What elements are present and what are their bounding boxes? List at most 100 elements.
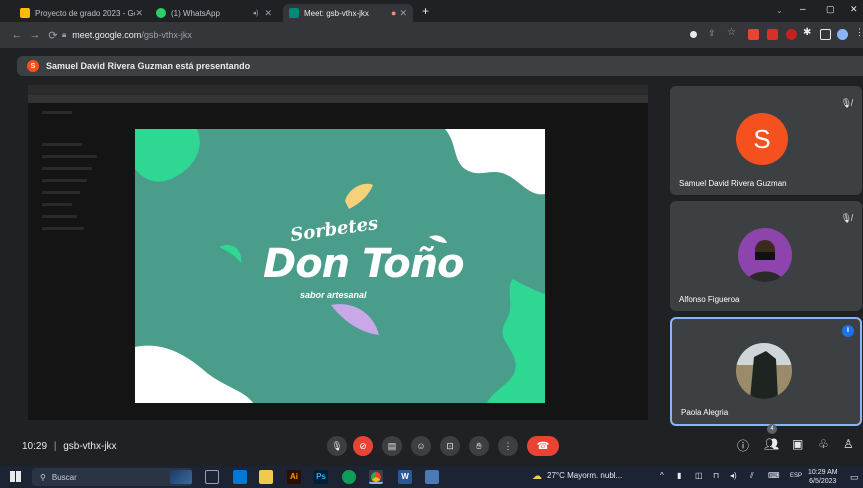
photos-icon[interactable] — [425, 470, 439, 484]
reload-icon[interactable]: ⟳ — [44, 29, 62, 42]
participant-name: Alfonso Figueroa — [679, 295, 740, 304]
tab-search-icon[interactable]: ⌄ — [776, 6, 783, 15]
new-tab-button[interactable]: + — [422, 4, 429, 18]
url-host: meet.google.com — [72, 30, 142, 40]
volume-icon[interactable]: ◂) — [730, 471, 737, 480]
url-bar[interactable]: 🔒︎ meet.google.com/gsb-vthx-jkx — [62, 25, 682, 45]
file-explorer-icon[interactable] — [259, 470, 273, 484]
meeting-time: 10:29 — [22, 441, 48, 452]
tray-app-3-icon[interactable]: ⊓ — [713, 471, 719, 480]
shared-browser-address — [28, 95, 648, 103]
taskbar-clock[interactable]: 10:29 AM 6/5/2023 — [808, 468, 838, 486]
meeting-code: gsb-vthx-jkx — [63, 441, 117, 452]
weather-text[interactable]: 27°C Mayorm. nubl... — [547, 471, 622, 480]
speaking-indicator-icon: ⦀ — [842, 325, 854, 337]
word-icon[interactable]: W — [398, 470, 412, 484]
windows-start-icon[interactable] — [10, 471, 21, 482]
tab-label: (1) WhatsApp — [171, 8, 220, 18]
profile-avatar[interactable] — [837, 29, 848, 40]
chat-button[interactable]: ▣ — [792, 437, 803, 451]
emoji-icon: ☺ — [416, 441, 426, 451]
clock-date: 6/5/2023 — [809, 478, 837, 485]
edge-icon[interactable] — [342, 470, 356, 484]
participant-name: Samuel David Rivera Guzman — [679, 179, 787, 188]
meeting-info: 10:29 | gsb-vthx-jkx — [22, 441, 117, 452]
extension-3-icon[interactable] — [786, 29, 797, 40]
mic-button[interactable]: 🎙︎ — [327, 436, 347, 456]
emoji-button[interactable]: ☺ — [411, 436, 431, 456]
tray-app-2-icon[interactable]: ◫ — [695, 471, 703, 480]
close-tab-icon[interactable]: ✕ — [264, 8, 272, 19]
presenting-banner: S Samuel David Rivera Guzman está presen… — [17, 56, 863, 76]
illustrator-icon[interactable]: Ai — [287, 470, 301, 484]
participant-tile-samuel[interactable]: 🎙︎̸ S Samuel David Rivera Guzman — [670, 86, 862, 195]
taskbar-search[interactable]: ⚲ Buscar — [32, 468, 192, 486]
task-view-icon[interactable] — [205, 470, 219, 484]
close-window-button[interactable]: ✕ — [850, 4, 858, 15]
participant-tile-paola[interactable]: ⦀ Paola Alegria — [670, 317, 862, 426]
lock-icon: 🔒︎ — [62, 30, 67, 39]
weather-icon: ☁︎ — [532, 471, 542, 482]
people-button[interactable]: 👥︎ 4 — [764, 424, 780, 451]
close-tab-icon[interactable]: ✕ — [399, 8, 407, 19]
end-call-button[interactable]: ☎︎ — [527, 436, 559, 456]
participant-tile-alfonso[interactable]: 🎙︎̸ Alfonso Figueroa — [670, 201, 862, 311]
more-options-button[interactable]: ⋮ — [498, 436, 518, 456]
mic-icon: 🎙︎ — [331, 440, 343, 451]
minimize-button[interactable]: – — [800, 4, 806, 15]
windows-taskbar: ⚲ Buscar Ai Ps W ☁︎ 27°C Mayorm. nubl...… — [0, 466, 863, 488]
extension-2-icon[interactable] — [767, 29, 778, 40]
input-language[interactable]: ESP — [790, 473, 802, 479]
photoshop-icon[interactable]: Ps — [314, 470, 328, 484]
people-icon: 👥︎ — [764, 437, 780, 451]
search-placeholder: Buscar — [51, 472, 77, 482]
raise-hand-button[interactable]: ✋︎ — [469, 436, 489, 456]
store-icon[interactable] — [233, 470, 247, 484]
captions-button[interactable]: ▤ — [382, 436, 402, 456]
camera-in-use-icon[interactable] — [690, 31, 697, 38]
meeting-details-button[interactable]: ⓘ — [737, 437, 749, 454]
tab-whatsapp[interactable]: (1) WhatsApp ◂) ✕ — [150, 4, 278, 22]
google-meet-icon — [289, 8, 299, 18]
tab-meet[interactable]: Meet: gsb-vthx-jkx ● ✕ — [283, 4, 413, 22]
back-arrow-icon[interactable]: ← — [8, 29, 26, 41]
present-button[interactable]: ⊡ — [440, 436, 460, 456]
shared-browser-tabs — [28, 85, 648, 95]
tray-chevron-icon[interactable]: ^ — [660, 471, 664, 480]
tab-label: Meet: gsb-vthx-jkx — [304, 8, 369, 18]
forward-arrow-icon[interactable]: → — [26, 29, 44, 41]
slide-brand-don-tono: Don Toño — [263, 241, 465, 287]
search-highlight-icon[interactable] — [170, 470, 192, 484]
chrome-icon[interactable] — [369, 470, 383, 484]
close-tab-icon[interactable]: ✕ — [135, 8, 143, 19]
recording-dot-icon: ● — [391, 8, 397, 18]
presentation-slide: Sorbetes Don Toño sabor artesanal — [135, 129, 545, 403]
share-icon[interactable]: ⇪ — [708, 28, 716, 39]
address-bar-row: ← → ⟳ 🔒︎ meet.google.com/gsb-vthx-jkx ⇪ … — [0, 22, 863, 48]
present-icon: ⊡ — [446, 440, 454, 451]
search-icon: ⚲ — [40, 472, 46, 482]
browser-tab-bar: Proyecto de grado 2023 - Googl ✕ (1) Wha… — [0, 0, 863, 22]
side-panel-icon[interactable] — [820, 29, 831, 40]
mic-off-icon: 🎙︎̸ — [840, 98, 852, 108]
host-controls-button[interactable]: ♙ — [843, 437, 854, 451]
phone-hangup-icon: ☎︎ — [536, 440, 550, 452]
meet-controls-bar: 10:29 | gsb-vthx-jkx 🎙︎ ⊘ ▤ ☺ ⊡ ✋︎ ⋮ ☎︎ … — [0, 424, 863, 466]
slide-tagline: sabor artesanal — [300, 290, 367, 300]
extensions-puzzle-icon[interactable]: ✱ — [803, 27, 811, 38]
tray-app-1-icon[interactable]: ▮ — [677, 471, 681, 480]
participant-avatar: S — [736, 113, 788, 165]
notifications-icon[interactable]: ▭ — [850, 472, 859, 483]
tab-proyecto-de-grado[interactable]: Proyecto de grado 2023 - Googl ✕ — [14, 4, 149, 22]
camera-off-button[interactable]: ⊘ — [353, 436, 373, 456]
bookmark-star-icon[interactable]: ☆ — [727, 27, 736, 38]
more-vert-icon: ⋮ — [503, 440, 513, 451]
extension-1-icon[interactable] — [748, 29, 759, 40]
audio-icon[interactable]: ◂) — [253, 9, 259, 17]
maximize-button[interactable]: ▢ — [826, 4, 835, 15]
keyboard-icon[interactable]: ⌨ — [768, 471, 780, 480]
activities-button[interactable]: ♧ — [818, 437, 829, 451]
network-icon[interactable]: ⫽ — [750, 471, 754, 481]
whatsapp-icon — [156, 8, 166, 18]
browser-menu-icon[interactable]: ⋮ — [855, 27, 863, 38]
